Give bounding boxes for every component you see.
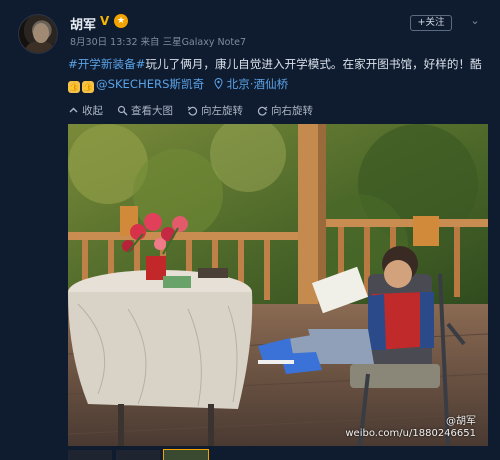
view-large-button[interactable]: 查看大图 — [117, 103, 173, 118]
mention-link[interactable]: @SKECHERS斯凯奇 — [96, 77, 204, 91]
rotate-left-label: 向左旋转 — [201, 104, 243, 117]
rotate-right-label: 向右旋转 — [271, 104, 313, 117]
image-toolbar: 收起 查看大图 向左旋转 向右旋转 — [68, 100, 313, 120]
watermark-handle: @胡军 — [446, 416, 476, 427]
post-photo[interactable]: @胡军 weibo.com/u/1880246651 — [68, 124, 488, 446]
photo-illustration — [68, 124, 488, 446]
post-meta: 8月30日 13:32 来自 三星Galaxy Note7 — [70, 37, 247, 48]
collapse-button[interactable]: 收起 — [68, 103, 103, 118]
thumbs-up-icon: 👍 — [68, 81, 80, 93]
location-link[interactable]: 北京·酒仙桥 — [214, 77, 288, 91]
post-header: 胡军 V ★ 8月30日 13:32 来自 三星Galaxy Note7 +关注… — [0, 0, 500, 54]
follow-button[interactable]: +关注 — [410, 15, 452, 31]
avatar[interactable] — [18, 14, 58, 54]
hashtag-link[interactable]: #开学新装备# — [68, 57, 145, 71]
view-large-label: 查看大图 — [131, 104, 173, 117]
post-text: #开学新装备#玩儿了俩月，康儿自觉进入开学模式。在家开图书馆，好样的！酷 👍 👍 @… — [68, 54, 492, 94]
chevron-down-icon[interactable]: ⌄ — [468, 14, 482, 28]
thumbnail[interactable] — [68, 450, 112, 460]
thumbnail-strip — [68, 449, 488, 460]
author-name[interactable]: 胡军 — [70, 14, 96, 33]
thumbnail[interactable] — [116, 450, 160, 460]
watermark-url: weibo.com/u/1880246651 — [345, 428, 476, 439]
location-pin-icon — [214, 77, 223, 90]
rotate-left-button[interactable]: 向左旋转 — [187, 103, 243, 118]
rotate-right-icon — [257, 106, 268, 116]
rotate-right-button[interactable]: 向右旋转 — [257, 103, 313, 118]
collapse-icon — [69, 107, 78, 112]
location-label: 北京·酒仙桥 — [226, 77, 289, 91]
thumbnail[interactable] — [163, 449, 209, 460]
verified-badge-icon: V — [100, 14, 110, 28]
magnifier-icon — [117, 105, 128, 115]
photo-watermark: @胡军 weibo.com/u/1880246651 — [345, 416, 476, 440]
post-body: 玩儿了俩月，康儿自觉进入开学模式。在家开图书馆，好样的！酷 — [145, 57, 482, 71]
thumbs-up-icon: 👍 — [82, 81, 94, 93]
rotate-left-icon — [187, 106, 198, 116]
collapse-label: 收起 — [82, 104, 103, 117]
medal-icon: ★ — [114, 14, 128, 28]
